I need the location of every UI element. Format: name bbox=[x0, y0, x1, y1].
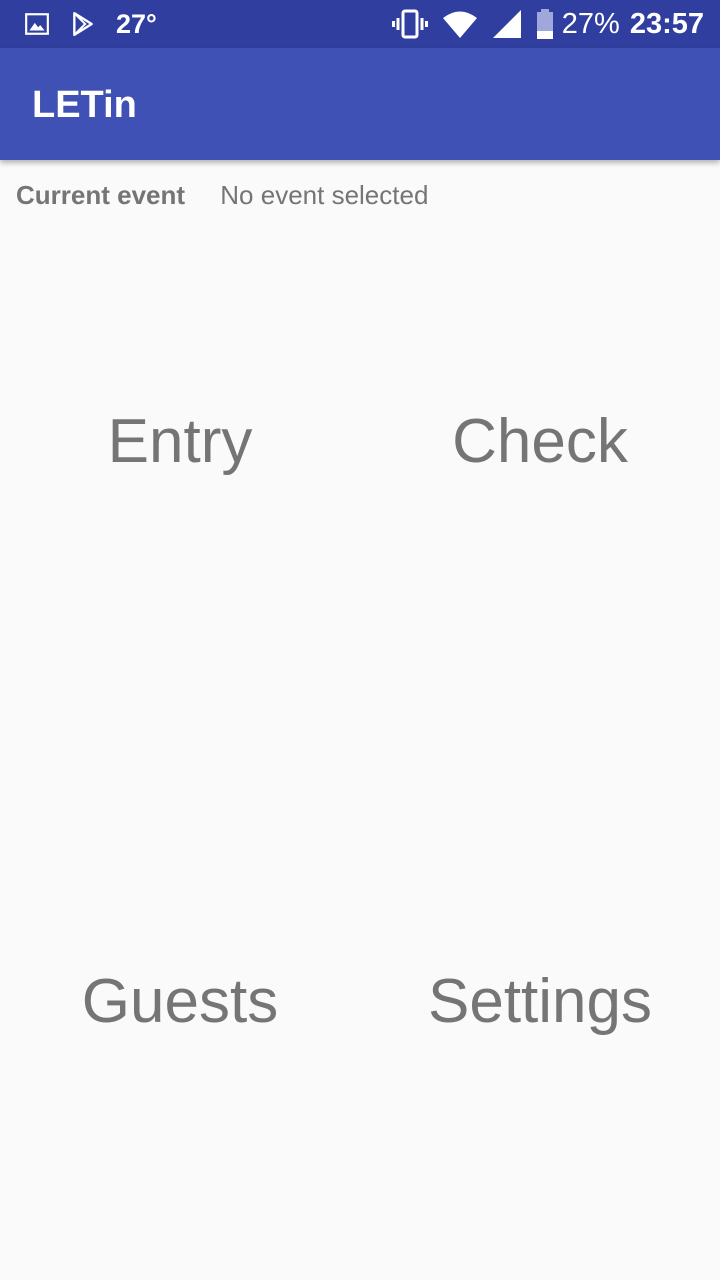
image-icon bbox=[24, 11, 50, 37]
check-button[interactable]: Check bbox=[360, 406, 720, 477]
app-bar: LETin bbox=[0, 48, 720, 160]
signal-icon bbox=[492, 9, 522, 39]
settings-button[interactable]: Settings bbox=[360, 966, 720, 1037]
battery-icon bbox=[536, 9, 554, 39]
entry-button[interactable]: Entry bbox=[0, 406, 360, 477]
status-bar: 27° 27% 23:57 bbox=[0, 0, 720, 48]
temperature-text: 27° bbox=[116, 8, 157, 39]
status-bar-left: 27° bbox=[24, 0, 157, 48]
status-bar-right: 27% 23:57 bbox=[378, 0, 704, 48]
wifi-icon bbox=[442, 9, 478, 39]
current-event-label: Current event bbox=[16, 180, 186, 210]
app-title: LETin bbox=[32, 84, 137, 126]
clock: 23:57 bbox=[629, 7, 704, 40]
vibrate-icon bbox=[391, 9, 428, 39]
guests-button[interactable]: Guests bbox=[0, 966, 360, 1037]
current-event-value: No event selected bbox=[220, 180, 429, 210]
current-event-row: Current event No event selected bbox=[16, 180, 428, 211]
battery-percent: 27% bbox=[561, 7, 620, 40]
play-store-icon bbox=[70, 11, 96, 37]
